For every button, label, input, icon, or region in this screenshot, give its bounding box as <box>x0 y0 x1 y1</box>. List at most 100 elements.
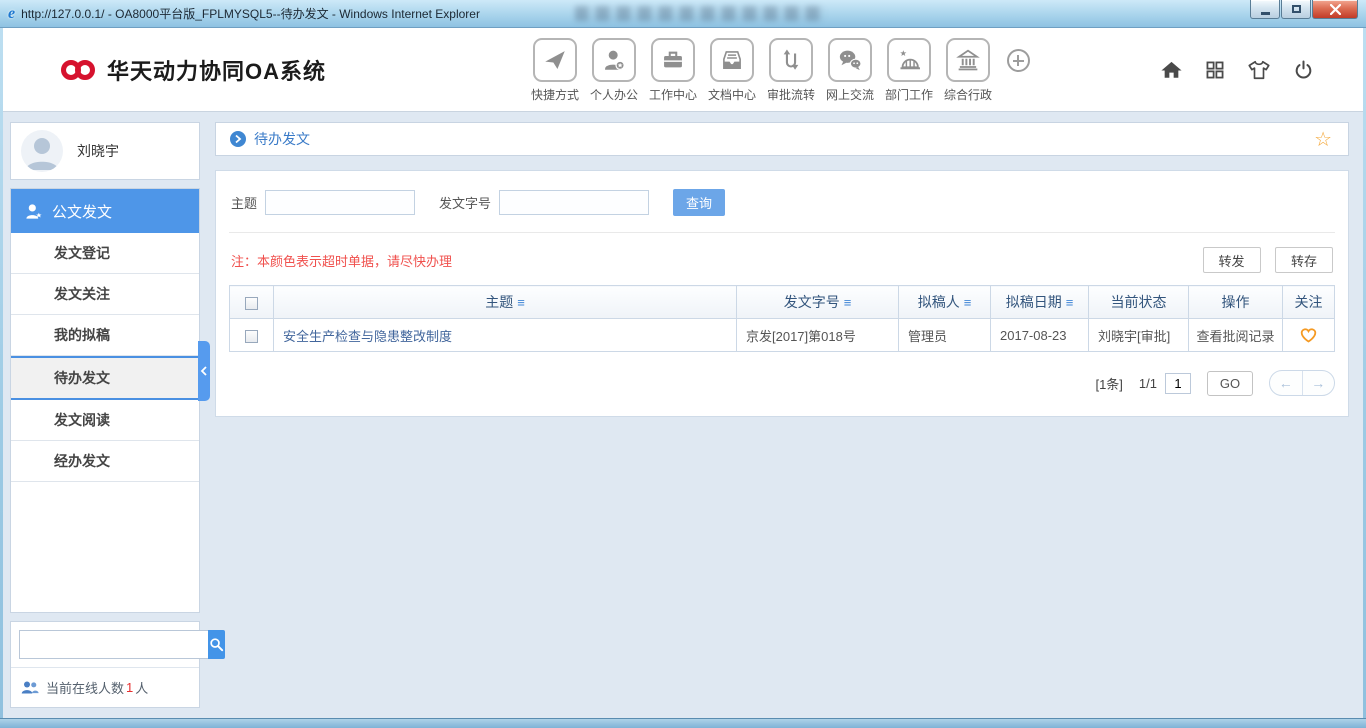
uturn-arrows-icon <box>769 38 813 82</box>
background-window-title-blur <box>575 6 825 21</box>
close-button[interactable] <box>1312 0 1358 19</box>
col-favorite-label: 关注 <box>1294 294 1323 310</box>
go-button[interactable]: GO <box>1207 370 1253 396</box>
sidebar-item-fawen-yuedu[interactable]: 发文阅读 <box>11 400 199 441</box>
header-quick-icons <box>1139 28 1315 112</box>
row-checkbox[interactable] <box>245 329 258 343</box>
app-header: 华天动力协同OA系统 快捷方式 个人办公 工作中心 文档中心 审批流转 网上交流… <box>3 28 1363 112</box>
sidebar-search <box>11 622 225 667</box>
pager: ← → <box>1269 370 1335 396</box>
row-docnum-cell: 京发[2017]第018号 <box>736 318 899 352</box>
docnum-filter-label: 发文字号 <box>439 196 492 211</box>
logo-infinity-icon <box>61 58 97 82</box>
sort-icon[interactable]: ≡ <box>964 295 972 310</box>
ie-window: e http://127.0.0.1/ - OA8000平台版_FPLMYSQL… <box>0 0 1366 728</box>
nav-item-approval-flow[interactable]: 审批流转 <box>767 38 815 103</box>
nav-item-online-chat[interactable]: 网上交流 <box>826 38 874 103</box>
row-action-cell: 查看批阅记录 <box>1188 318 1283 352</box>
online-count: 1 <box>126 680 134 695</box>
subject-link[interactable]: 安全生产检查与隐患整改制度 <box>283 329 452 344</box>
window-titlebar[interactable]: e http://127.0.0.1/ - OA8000平台版_FPLMYSQL… <box>0 0 1366 28</box>
sidebar-item-jingban-fawen[interactable]: 经办发文 <box>11 441 199 482</box>
pagination: [1条] 1/1 GO ← → <box>229 370 1335 396</box>
col-drafter-label: 拟稿人 <box>917 294 960 310</box>
minimize-icon <box>1260 11 1270 15</box>
row-status-cell: 刘晓宇[审批] <box>1088 318 1189 352</box>
nav-item-department-work[interactable]: 部门工作 <box>885 38 933 103</box>
nav-item-label: 个人办公 <box>590 88 639 102</box>
nav-item-doc-center[interactable]: 文档中心 <box>708 38 756 103</box>
sort-icon[interactable]: ≡ <box>844 295 852 310</box>
nav-item-admin[interactable]: 综合行政 <box>944 38 992 103</box>
sort-icon[interactable]: ≡ <box>1066 295 1074 310</box>
sidebar-search-input[interactable] <box>19 630 208 659</box>
sidebar-menu-title-label: 公文发文 <box>52 203 113 221</box>
table-header-row: 主题 ≡ 发文字号 ≡ 拟稿人 ≡ 拟稿日期 ≡ 当前状态 操作 关注 <box>229 285 1335 319</box>
close-icon <box>1329 3 1341 15</box>
sidebar-search-button[interactable] <box>208 630 225 659</box>
col-status-label: 当前状态 <box>1110 294 1167 310</box>
sidebar-item-wode-nigao[interactable]: 我的拟稿 <box>11 315 199 356</box>
row-drafter-cell: 管理员 <box>898 318 991 352</box>
theme-shirt-icon[interactable] <box>1247 58 1271 82</box>
prev-page-arrow-icon[interactable]: ← <box>1270 371 1302 395</box>
add-module-button[interactable] <box>1003 49 1033 103</box>
view-approval-record-link[interactable]: 查看批阅记录 <box>1196 329 1274 344</box>
col-docnum[interactable]: 发文字号 ≡ <box>736 285 899 319</box>
overdue-note: 注：本颜色表示超时单据，请尽快办理 <box>231 253 453 269</box>
grid-icon[interactable] <box>1204 59 1226 81</box>
nav-item-personal-office[interactable]: 个人办公 <box>590 38 638 103</box>
col-date[interactable]: 拟稿日期 ≡ <box>990 285 1089 319</box>
select-all-cell <box>229 285 274 319</box>
page-content: 刘晓宇 公文发文 发文登记 发文关注 我的拟稿 待办发文 发文阅读 经办发文 当… <box>3 112 1363 718</box>
nav-item-work-center[interactable]: 工作中心 <box>649 38 697 103</box>
total-count: [1条] <box>1095 376 1123 392</box>
nav-item-shortcut[interactable]: 快捷方式 <box>531 38 579 103</box>
table-row: 安全生产检查与隐患整改制度 京发[2017]第018号 管理员 2017-08-… <box>229 318 1335 352</box>
main-area: 待办发文 ☆ 主题 发文字号 查询 注：本颜色表示超时单据，请尽快办理 转发 转… <box>215 122 1349 417</box>
subject-filter-input[interactable] <box>265 190 416 215</box>
col-docnum-label: 发文字号 <box>783 294 840 310</box>
filter-form: 主题 发文字号 查询 <box>229 183 1335 233</box>
query-button[interactable]: 查询 <box>673 189 726 216</box>
favorite-star-icon[interactable]: ☆ <box>1314 127 1332 152</box>
sidebar-menu-list: 发文登记 发文关注 我的拟稿 待办发文 发文阅读 经办发文 <box>11 233 199 482</box>
chat-bubbles-icon <box>828 38 872 82</box>
window-bottom-border <box>0 718 1366 728</box>
chevron-left-icon <box>200 366 207 376</box>
power-icon[interactable] <box>1292 59 1315 82</box>
online-users-status: 当前在线人数 1 人 <box>11 667 199 707</box>
user-profile[interactable]: 刘晓宇 <box>10 122 200 180</box>
col-operation-label: 操作 <box>1221 294 1250 310</box>
internet-explorer-icon: e <box>8 4 16 22</box>
nav-item-label: 综合行政 <box>944 88 993 102</box>
sidebar-menu: 公文发文 发文登记 发文关注 我的拟稿 待办发文 发文阅读 经办发文 <box>10 188 210 613</box>
row-select-cell <box>229 318 274 352</box>
sidebar-menu-title[interactable]: 公文发文 <box>11 189 199 233</box>
next-page-arrow-icon[interactable]: → <box>1301 371 1335 395</box>
docnum-filter-input[interactable] <box>499 190 650 215</box>
col-drafter[interactable]: 拟稿人 ≡ <box>898 285 991 319</box>
sidebar-item-fawen-guanzhu[interactable]: 发文关注 <box>11 274 199 315</box>
favorite-heart-icon[interactable] <box>1299 326 1318 344</box>
nav-item-label: 工作中心 <box>649 88 698 102</box>
page-info: 1/1 <box>1138 375 1157 391</box>
nav-item-label: 网上交流 <box>826 88 875 102</box>
minimize-button[interactable] <box>1250 0 1280 19</box>
transfer-button[interactable]: 转存 <box>1275 247 1333 273</box>
row-subject-cell: 安全生产检查与隐患整改制度 <box>273 318 737 352</box>
sort-icon[interactable]: ≡ <box>517 295 525 310</box>
col-subject[interactable]: 主题 ≡ <box>273 285 737 319</box>
nav-item-label: 文档中心 <box>708 88 757 102</box>
sidebar-item-fawen-dengji[interactable]: 发文登记 <box>11 233 199 274</box>
avatar <box>21 130 63 172</box>
maximize-button[interactable] <box>1281 0 1311 19</box>
select-all-checkbox[interactable] <box>245 296 258 310</box>
sidebar-footer: 当前在线人数 1 人 <box>10 621 225 708</box>
sidebar-collapse-handle[interactable] <box>198 341 210 401</box>
sidebar-item-daiban-fawen[interactable]: 待办发文 <box>11 356 199 400</box>
home-icon[interactable] <box>1160 59 1183 82</box>
page-number-input[interactable] <box>1165 372 1191 394</box>
forward-button[interactable]: 转发 <box>1202 247 1261 273</box>
col-operation: 操作 <box>1188 285 1283 319</box>
